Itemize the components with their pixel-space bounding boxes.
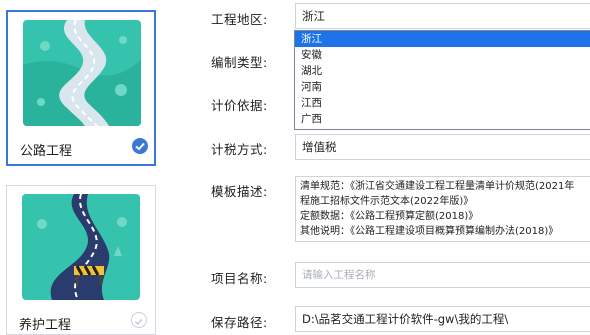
tax-method-label: 计税方式: (211, 142, 268, 157)
save-path-input[interactable]: D:\品茗交通工程计价软件-gw\我的工程\ (295, 306, 590, 332)
desc-line: 定额数据：《公路工程预算定额(2018)》 (300, 211, 479, 222)
region-dropdown-list: 浙江 安徽 湖北 河南 江西 广西 (294, 30, 590, 130)
compile-type-label: 编制类型: (211, 55, 268, 70)
card-highway-project[interactable]: 公路工程 (6, 10, 156, 166)
region-option[interactable]: 广西 (295, 111, 590, 127)
checkmark-icon (132, 138, 148, 154)
winding-road-icon (23, 20, 141, 126)
desc-line: 清单规范：《浙江省交通建设工程工程量清单计价规范(2021年 (300, 181, 575, 192)
desc-line: 程施工招标文件示范文本(2022年版)》 (300, 196, 474, 207)
template-desc-box: 清单规范：《浙江省交通建设工程工程量清单计价规范(2021年 程施工招标文件示范… (295, 176, 590, 242)
region-option[interactable]: 河南 (295, 79, 590, 95)
region-select[interactable]: 浙江 (295, 3, 590, 29)
tax-method-select[interactable]: 增值税 (295, 134, 590, 160)
checkmark-icon (131, 312, 147, 328)
card-title: 公路工程 (20, 144, 73, 159)
template-desc-label: 模板描述: (211, 184, 268, 199)
region-option[interactable]: 安徽 (295, 47, 590, 63)
template-card-list: 公路工程 养护工程 (0, 0, 170, 335)
region-option[interactable]: 江西 (295, 95, 590, 111)
save-path-label: 保存路径: (211, 315, 268, 330)
card-maintenance-project[interactable]: 养护工程 (6, 185, 156, 335)
card-title: 养护工程 (19, 318, 72, 333)
region-label: 工程地区: (211, 12, 268, 27)
region-option[interactable]: 浙江 (295, 31, 590, 47)
project-name-input[interactable]: 请输入工程名称 (295, 262, 590, 288)
project-name-label: 项目名称: (211, 271, 268, 286)
desc-line: 其他说明：《公路工程建设项目概算预算编制办法(2018)》 (300, 226, 559, 237)
region-option[interactable]: 湖北 (295, 63, 590, 79)
road-maintenance-icon (22, 194, 140, 300)
pricing-basis-label: 计价依据: (211, 98, 268, 113)
